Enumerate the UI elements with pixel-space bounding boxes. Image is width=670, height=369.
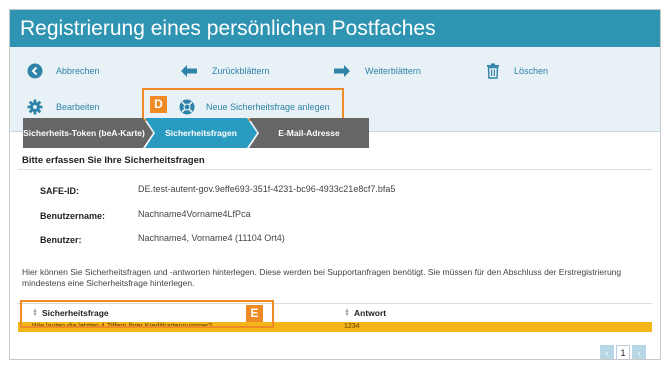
user-label: Benutzer: xyxy=(40,235,82,245)
arrow-right-icon xyxy=(333,62,351,80)
safe-id-value: DE.test-autent-gov.9effe693-351f-4231-bc… xyxy=(138,184,396,194)
arrow-left-icon xyxy=(180,62,198,80)
page-back-label: Zurückblättern xyxy=(212,66,270,76)
user-value: Nachname4, Vorname4 (11104 Ort4) xyxy=(138,233,285,243)
step-security-questions[interactable]: Sicherheitsfragen xyxy=(145,118,257,148)
step-security-questions-label: Sicherheitsfragen xyxy=(165,128,237,138)
chevron-left-icon[interactable]: ‹ xyxy=(600,345,614,359)
cancel-label: Abbrechen xyxy=(56,66,100,76)
chevron-right-icon[interactable]: › xyxy=(632,345,646,359)
row-answer: 1234 xyxy=(344,323,360,330)
page-back-button[interactable]: Zurückblättern xyxy=(180,60,270,82)
pagination: ‹ 1 › xyxy=(600,345,646,359)
section-title: Bitte erfassen Sie Ihre Sicherheitsfrage… xyxy=(22,155,205,166)
safe-id-label: SAFE-ID: xyxy=(40,186,79,196)
delete-label: Löschen xyxy=(514,66,549,76)
column-header-answer[interactable]: ▲ ▼ Antwort xyxy=(344,308,386,318)
window-title: Registrierung eines persönlichen Postfac… xyxy=(10,10,660,47)
gear-icon xyxy=(26,98,44,116)
sort-icon: ▲ ▼ xyxy=(344,308,350,318)
page-forward-label: Weiterblättern xyxy=(365,66,421,76)
info-text: Hier können Sie Sicherheitsfragen und -a… xyxy=(22,267,622,288)
new-security-question-label: Neue Sicherheitsfrage anlegen xyxy=(206,102,330,112)
cancel-button[interactable]: Abbrechen xyxy=(26,60,100,82)
step-email-address[interactable]: E-Mail-Adresse xyxy=(249,118,369,148)
registration-window: Registrierung eines persönlichen Postfac… xyxy=(9,9,661,360)
current-page[interactable]: 1 xyxy=(616,345,630,359)
back-circle-icon xyxy=(26,62,44,80)
section-divider xyxy=(18,169,652,170)
column-header-answer-label: Antwort xyxy=(354,308,387,318)
callout-d: D xyxy=(150,96,167,113)
page-forward-button[interactable]: Weiterblättern xyxy=(333,60,421,82)
username-label: Benutzername: xyxy=(40,211,106,221)
username-value: Nachname4Vorname4LfPca xyxy=(138,209,251,219)
delete-button[interactable]: Löschen xyxy=(484,60,548,82)
highlight-box-e xyxy=(20,300,274,328)
callout-e: E xyxy=(246,305,263,322)
step-security-token-label: Sicherheits-Token (beA-Karte) xyxy=(23,128,145,138)
step-email-address-label: E-Mail-Adresse xyxy=(278,128,340,138)
step-security-token[interactable]: Sicherheits-Token (beA-Karte) xyxy=(23,118,153,148)
lifebuoy-icon xyxy=(178,98,196,116)
new-security-question-button[interactable]: Neue Sicherheitsfrage anlegen xyxy=(178,96,330,118)
edit-button[interactable]: Bearbeiten xyxy=(26,96,100,118)
edit-label: Bearbeiten xyxy=(56,102,100,112)
trash-icon xyxy=(484,62,502,80)
